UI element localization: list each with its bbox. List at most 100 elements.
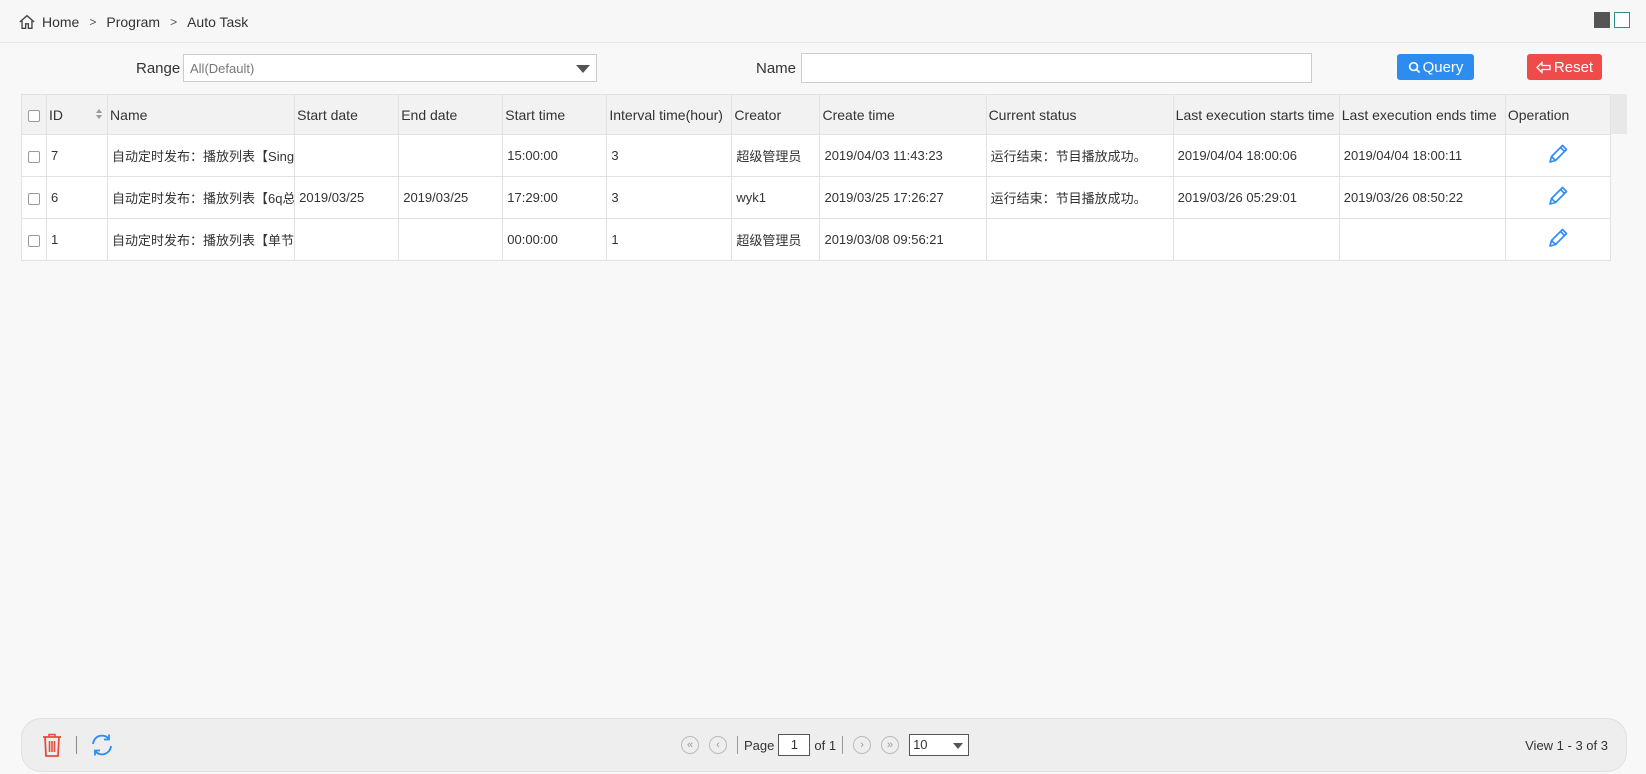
cell-operation — [1504, 218, 1612, 261]
cell-operation — [1504, 176, 1612, 219]
cell-name: 自动定时发布：播放列表【6q总 — [107, 176, 296, 219]
page-total: of 1 — [814, 737, 837, 753]
edit-pencil-icon[interactable] — [1546, 142, 1570, 166]
last-page-icon[interactable]: » — [881, 736, 900, 754]
first-page-icon[interactable]: « — [681, 736, 699, 754]
header-start-time[interactable]: Start time — [502, 94, 608, 135]
range-select[interactable]: All(Default) — [183, 54, 597, 82]
cell-interval: 3 — [606, 134, 733, 177]
edit-pencil-icon[interactable] — [1546, 184, 1570, 208]
cell-status: 运行结束：节目播放成功。 — [985, 134, 1174, 177]
reset-button[interactable]: Reset — [1527, 54, 1602, 80]
cell-last-end: 2019/04/04 18:00:11 — [1338, 134, 1506, 177]
divider — [737, 736, 738, 754]
cell-last-start: 2019/03/26 05:29:01 — [1172, 176, 1340, 219]
page-size-select[interactable]: 10 — [909, 734, 970, 756]
cell-creator: 超级管理员 — [731, 218, 821, 261]
reset-arrow-icon — [1535, 60, 1551, 74]
cell-status — [985, 218, 1174, 261]
header-row: ID Name Start date End date Start time I… — [20, 94, 1612, 135]
task-grid: ID Name Start date End date Start time I… — [20, 94, 1627, 261]
pager-bar: « ‹ Page 1 of 1 › » 10 View 1 - 3 of 3 — [21, 718, 1627, 772]
pagination: « ‹ Page 1 of 1 › » 10 — [681, 734, 970, 756]
header-creator[interactable]: Creator — [731, 94, 821, 135]
edit-pencil-icon[interactable] — [1546, 226, 1570, 250]
footer-actions — [40, 732, 115, 758]
query-button[interactable]: Query — [1397, 54, 1474, 80]
reset-label: Reset — [1553, 58, 1594, 76]
cell-name: 自动定时发布：播放列表【单节 — [107, 218, 296, 261]
header-last-start[interactable]: Last execution starts time — [1172, 94, 1340, 135]
chevron-right-icon: > — [89, 15, 97, 29]
header-current-status[interactable]: Current status — [985, 94, 1174, 135]
name-input[interactable] — [801, 53, 1312, 83]
home-icon[interactable] — [18, 13, 36, 31]
header-name[interactable]: Name — [107, 94, 296, 135]
cell-start-date — [294, 218, 400, 261]
sort-icon[interactable] — [95, 108, 103, 120]
cell-create-time: 2019/03/25 17:26:27 — [819, 176, 987, 219]
table-row[interactable]: 1 自动定时发布：播放列表【单节 00:00:00 1 超级管理员 2019/0… — [20, 218, 1612, 261]
prev-page-icon[interactable]: ‹ — [709, 736, 727, 754]
cell-creator: 超级管理员 — [731, 134, 821, 177]
select-all-checkbox-cell — [20, 94, 48, 135]
cell-last-start: 2019/04/04 18:00:06 — [1172, 134, 1340, 177]
row-checkbox-cell — [20, 134, 48, 177]
header-create-time[interactable]: Create time — [819, 94, 987, 135]
page-size-value: 10 — [913, 737, 928, 752]
refresh-icon[interactable] — [89, 732, 115, 758]
row-checkbox[interactable] — [28, 234, 40, 247]
cell-id: 1 — [46, 218, 109, 261]
cell-start-time: 17:29:00 — [502, 176, 608, 219]
cell-interval: 1 — [606, 218, 733, 261]
divider — [76, 736, 77, 754]
view-info: View 1 - 3 of 3 — [1525, 738, 1608, 753]
cell-creator: wyk1 — [731, 176, 821, 219]
select-all-checkbox[interactable] — [28, 109, 40, 122]
cell-end-date: 2019/03/25 — [398, 176, 504, 219]
dark-view-icon[interactable] — [1594, 12, 1610, 28]
cell-name: 自动定时发布：播放列表【Sing — [107, 134, 296, 177]
chevron-right-icon: > — [170, 15, 178, 29]
top-bar: Home > Program > Auto Task — [0, 0, 1646, 43]
cell-id: 6 — [46, 176, 109, 219]
light-view-icon[interactable] — [1614, 12, 1630, 28]
query-label: Query — [1422, 58, 1464, 76]
cell-id: 7 — [46, 134, 109, 177]
name-label: Name — [756, 60, 797, 77]
table-row[interactable]: 6 自动定时发布：播放列表【6q总 2019/03/25 2019/03/25 … — [20, 176, 1612, 219]
cell-operation — [1504, 134, 1612, 177]
cell-last-start — [1172, 218, 1340, 261]
breadcrumb-current: Auto Task — [187, 14, 249, 30]
cell-start-time: 00:00:00 — [502, 218, 608, 261]
range-label: Range — [136, 60, 181, 77]
header-end-date[interactable]: End date — [398, 94, 504, 135]
header-last-end[interactable]: Last execution ends time — [1338, 94, 1506, 135]
trash-icon[interactable] — [40, 732, 64, 758]
cell-end-date — [398, 218, 504, 261]
header-id[interactable]: ID — [46, 94, 109, 135]
header-scroll-gutter — [1611, 94, 1627, 134]
caret-down-icon — [576, 65, 590, 73]
cell-start-time: 15:00:00 — [502, 134, 608, 177]
header-operation: Operation — [1504, 94, 1612, 135]
next-page-icon[interactable]: › — [853, 736, 872, 754]
divider — [842, 736, 844, 754]
table-row[interactable]: 7 自动定时发布：播放列表【Sing 15:00:00 3 超级管理员 2019… — [20, 134, 1612, 177]
caret-down-icon — [953, 743, 964, 749]
cell-start-date — [294, 134, 400, 177]
row-checkbox[interactable] — [28, 150, 40, 163]
header-start-date[interactable]: Start date — [294, 94, 400, 135]
task-table: ID Name Start date End date Start time I… — [20, 94, 1612, 261]
page-input[interactable]: 1 — [778, 734, 811, 756]
cell-status: 运行结束：节目播放成功。 — [985, 176, 1174, 219]
cell-start-date: 2019/03/25 — [294, 176, 400, 219]
cell-last-end: 2019/03/26 08:50:22 — [1338, 176, 1506, 219]
cell-end-date — [398, 134, 504, 177]
cell-last-end — [1338, 218, 1506, 261]
header-interval[interactable]: Interval time(hour) — [606, 94, 733, 135]
breadcrumb-program[interactable]: Program — [106, 14, 160, 30]
breadcrumb-home[interactable]: Home — [42, 14, 79, 30]
search-icon — [1408, 61, 1420, 73]
row-checkbox[interactable] — [28, 192, 40, 205]
